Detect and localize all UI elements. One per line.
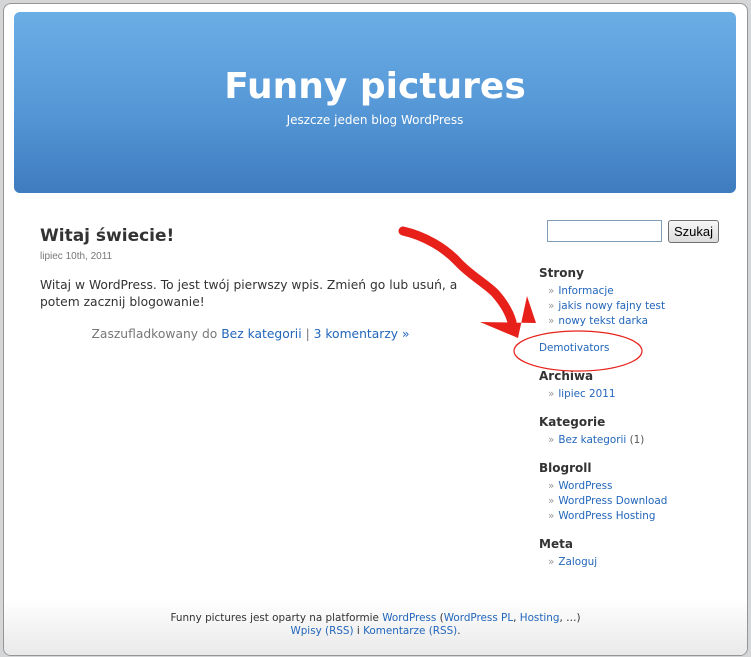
- search-button[interactable]: Szukaj: [668, 220, 719, 243]
- page-container: Funny pictures Jeszcze jeden blog WordPr…: [3, 3, 748, 656]
- raquo-icon: »: [548, 510, 555, 522]
- categories-list: » Bez kategorii (1): [548, 433, 644, 448]
- footer-comments-rss-link[interactable]: Komentarze (RSS): [363, 625, 457, 637]
- sidebar-heading-meta: Meta: [539, 537, 573, 551]
- page-link-darka[interactable]: nowy tekst darka: [558, 315, 648, 327]
- footer-line-1: Funny pictures jest oparty na platformie…: [4, 612, 747, 625]
- meta-separator: |: [305, 327, 310, 341]
- list-item: » WordPress Hosting: [548, 509, 667, 524]
- archive-link-july-2011[interactable]: lipiec 2011: [558, 388, 615, 400]
- footer-text: Funny pictures jest oparty na platformie…: [4, 612, 747, 638]
- footer-and: i: [356, 625, 360, 637]
- category-link[interactable]: Bez kategorii: [558, 434, 626, 446]
- blog-description: Jeszcze jeden blog WordPress: [286, 113, 464, 127]
- post-meta-prefix: Zaszufladkowany do: [91, 327, 218, 341]
- footer-hosting-link[interactable]: Hosting: [520, 612, 560, 624]
- list-item: » Zaloguj: [548, 555, 597, 570]
- list-item: » WordPress: [548, 479, 667, 494]
- list-item: » lipiec 2011: [548, 387, 615, 402]
- blog-title[interactable]: Funny pictures: [14, 66, 736, 107]
- blogroll-link-download[interactable]: WordPress Download: [558, 495, 667, 507]
- post-content: Witaj w WordPress. To jest twój pierwszy…: [40, 277, 510, 311]
- footer-wordpress-link[interactable]: WordPress: [382, 612, 436, 624]
- raquo-icon: »: [548, 285, 555, 297]
- post-date: lipiec 10th, 2011: [40, 251, 113, 262]
- category-count: (1): [629, 434, 645, 446]
- raquo-icon: »: [548, 300, 555, 312]
- pages-list: » Informacje » jakis nowy fajny test » nowy…: [548, 284, 665, 329]
- footer-line-2: Wpisy (RSS) i Komentarze (RSS).: [4, 625, 747, 638]
- post-content-line: Witaj w WordPress. To jest twój pierwszy…: [40, 278, 458, 292]
- raquo-icon: »: [548, 388, 555, 400]
- sidebar-heading-pages: Strony: [539, 266, 584, 280]
- list-item: » Bez kategorii (1): [548, 433, 644, 448]
- footer-wordpress-pl-link[interactable]: WordPress PL: [444, 612, 513, 624]
- footer-ellipsis: , …): [559, 612, 581, 624]
- blogroll-list: » WordPress » WordPress Download » WordPres…: [548, 479, 667, 524]
- blogroll-link-hosting[interactable]: WordPress Hosting: [558, 510, 655, 522]
- footer-comma: ,: [513, 612, 517, 624]
- list-item: » WordPress Download: [548, 494, 667, 509]
- post-comments-link[interactable]: 3 komentarzy »: [314, 327, 410, 341]
- meta-list: » Zaloguj: [548, 555, 597, 570]
- raquo-icon: »: [548, 480, 555, 492]
- archives-list: » lipiec 2011: [548, 387, 615, 402]
- raquo-icon: »: [548, 315, 555, 327]
- footer-posts-rss-link[interactable]: Wpisy (RSS): [290, 625, 353, 637]
- blog-header: Funny pictures Jeszcze jeden blog WordPr…: [14, 12, 736, 193]
- list-item: » Informacje: [548, 284, 665, 299]
- list-item: » jakis nowy fajny test: [548, 299, 665, 314]
- search-input[interactable]: [547, 220, 662, 242]
- blogroll-link-wordpress[interactable]: WordPress: [558, 480, 612, 492]
- demotivators-link[interactable]: Demotivators: [539, 342, 609, 354]
- post-title[interactable]: Witaj świecie!: [40, 226, 174, 246]
- page-link-informacje[interactable]: Informacje: [558, 285, 613, 297]
- post-category-link[interactable]: Bez kategorii: [221, 327, 301, 341]
- raquo-icon: »: [548, 434, 555, 446]
- post-content-line: potem zacznij blogowanie!: [40, 295, 205, 309]
- sidebar-heading-categories: Kategorie: [539, 415, 606, 429]
- sidebar-heading-archives: Archiwa: [539, 369, 594, 383]
- list-item: » nowy tekst darka: [548, 314, 665, 329]
- login-link[interactable]: Zaloguj: [558, 556, 597, 568]
- footer: Funny pictures jest oparty na platformie…: [4, 599, 747, 655]
- footer-dot: .: [457, 625, 461, 637]
- sidebar-heading-blogroll: Blogroll: [539, 461, 592, 475]
- raquo-icon: »: [548, 556, 555, 568]
- page-link-test[interactable]: jakis nowy fajny test: [558, 300, 665, 312]
- post-meta: Zaszufladkowany do Bez kategorii | 3 kom…: [40, 327, 461, 341]
- raquo-icon: »: [548, 495, 555, 507]
- footer-text-platform: Funny pictures jest oparty na platformie: [170, 612, 379, 624]
